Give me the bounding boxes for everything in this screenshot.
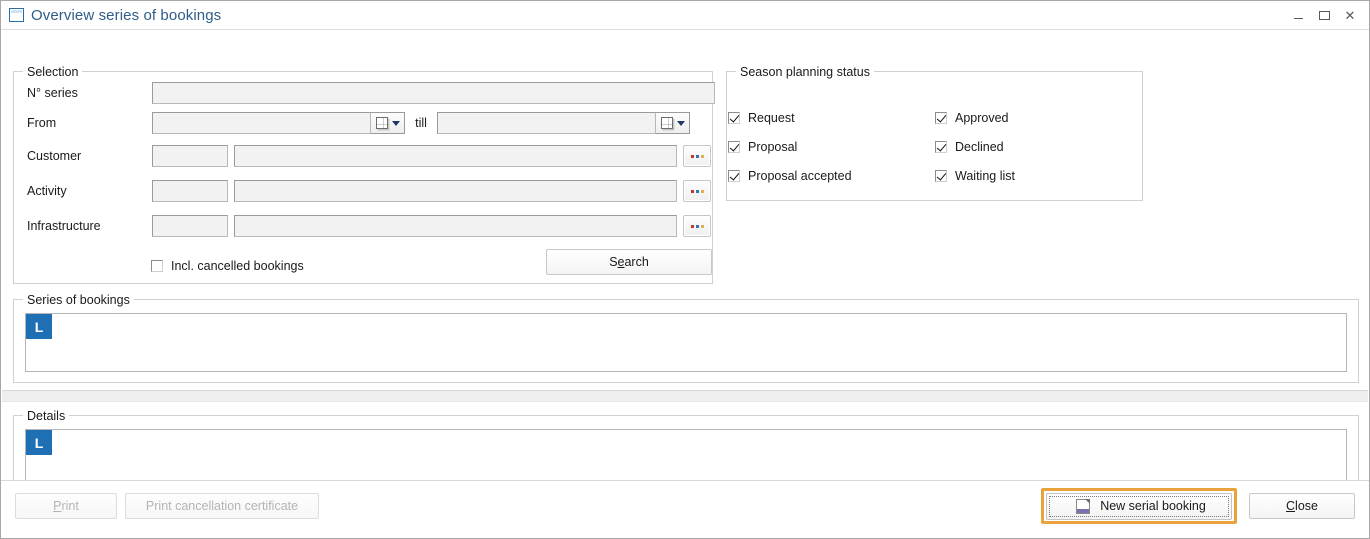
activity-label: Activity xyxy=(27,184,67,198)
details-legend: Details xyxy=(23,409,70,423)
till-date-input[interactable] xyxy=(437,112,656,134)
page-title: Overview series of bookings xyxy=(31,6,222,24)
search-button[interactable]: Search xyxy=(546,249,712,275)
status-label-approved: Approved xyxy=(955,111,1009,125)
checkbox-checked-icon xyxy=(728,112,740,124)
ellipsis-icon xyxy=(700,189,704,193)
activity-name-input[interactable] xyxy=(234,180,677,202)
footer-bar: Print Print cancellation certificate New… xyxy=(1,480,1369,538)
from-label: From xyxy=(27,116,57,130)
infrastructure-label: Infrastructure xyxy=(27,219,101,233)
field-row-customer: Customer xyxy=(27,145,717,167)
ellipsis-icon xyxy=(690,154,694,158)
page-icon xyxy=(1076,498,1091,514)
chevron-down-icon xyxy=(676,120,685,126)
n-series-input[interactable] xyxy=(152,82,715,104)
till-date-picker-button[interactable] xyxy=(656,112,690,134)
infrastructure-browse-button[interactable] xyxy=(683,215,711,237)
print-button[interactable]: Print xyxy=(15,493,117,519)
ellipsis-icon xyxy=(690,189,694,193)
status-checkbox-waiting-list[interactable]: Waiting list xyxy=(935,167,1015,185)
selection-legend: Selection xyxy=(23,65,83,79)
from-date-input[interactable] xyxy=(152,112,371,134)
series-of-bookings-grid[interactable]: L xyxy=(25,313,1347,372)
infrastructure-code-input[interactable] xyxy=(152,215,228,237)
incl-cancelled-bookings-checkbox[interactable]: Incl. cancelled bookings xyxy=(151,257,304,275)
customer-browse-button[interactable] xyxy=(683,145,711,167)
season-planning-status-legend: Season planning status xyxy=(736,65,874,79)
ellipsis-icon xyxy=(690,224,694,228)
status-label-waiting-list: Waiting list xyxy=(955,169,1015,183)
incl-cancelled-bookings-label: Incl. cancelled bookings xyxy=(171,259,304,273)
calendar-icon xyxy=(660,117,673,129)
series-of-bookings-legend: Series of bookings xyxy=(23,293,134,307)
minimize-icon[interactable] xyxy=(1285,5,1311,27)
title-bar: Overview series of bookings ✕ xyxy=(1,1,1369,30)
customer-label: Customer xyxy=(27,149,82,163)
ellipsis-icon xyxy=(695,224,699,228)
customer-name-input[interactable] xyxy=(234,145,677,167)
application-window: Overview series of bookings ✕ Selection … xyxy=(0,0,1370,539)
maximize-icon[interactable] xyxy=(1311,5,1337,27)
window-controls: ✕ xyxy=(1285,1,1363,30)
checkbox-checked-icon xyxy=(935,141,947,153)
till-label: till xyxy=(415,116,427,130)
infrastructure-name-input[interactable] xyxy=(234,215,677,237)
status-checkbox-proposal[interactable]: Proposal xyxy=(728,138,797,156)
status-label-proposal: Proposal xyxy=(748,140,798,154)
new-serial-booking-label: New serial booking xyxy=(1100,499,1206,513)
checkbox-checked-icon xyxy=(728,170,740,182)
status-checkbox-declined[interactable]: Declined xyxy=(935,138,1004,156)
details-grid-marker[interactable]: L xyxy=(26,430,52,455)
horizontal-splitter[interactable] xyxy=(2,390,1368,402)
field-row-infrastructure: Infrastructure xyxy=(27,215,717,237)
status-checkbox-approved[interactable]: Approved xyxy=(935,109,1009,127)
n-series-label: N° series xyxy=(27,86,78,100)
status-label-request: Request xyxy=(748,111,795,125)
from-date-picker-button[interactable] xyxy=(371,112,405,134)
series-grid-marker[interactable]: L xyxy=(26,314,52,339)
checkbox-checked-icon xyxy=(728,141,740,153)
new-serial-booking-button[interactable]: New serial booking xyxy=(1046,492,1232,520)
new-serial-booking-highlight: New serial booking xyxy=(1041,488,1237,524)
status-checkbox-proposal-accepted[interactable]: Proposal accepted xyxy=(728,167,852,185)
chevron-down-icon xyxy=(391,120,400,126)
window-icon xyxy=(9,8,24,22)
checkbox-checked-icon xyxy=(935,112,947,124)
print-cancellation-certificate-label: Print cancellation certificate xyxy=(145,499,299,513)
activity-browse-button[interactable] xyxy=(683,180,711,202)
client-area: Selection N° series From till Customer A… xyxy=(1,30,1369,538)
ellipsis-icon xyxy=(700,154,704,158)
close-button[interactable]: Close xyxy=(1249,493,1355,519)
activity-code-input[interactable] xyxy=(152,180,228,202)
checkbox-checked-icon xyxy=(935,170,947,182)
ellipsis-icon xyxy=(695,189,699,193)
status-checkbox-request[interactable]: Request xyxy=(728,109,795,127)
field-row-n-series: N° series xyxy=(27,82,717,104)
print-cancellation-certificate-button[interactable]: Print cancellation certificate xyxy=(125,493,319,519)
status-label-declined: Declined xyxy=(955,140,1004,154)
customer-code-input[interactable] xyxy=(152,145,228,167)
status-label-proposal-accepted: Proposal accepted xyxy=(748,169,852,183)
checkbox-icon xyxy=(151,260,163,272)
ellipsis-icon xyxy=(695,154,699,158)
calendar-icon xyxy=(375,117,388,129)
field-row-activity: Activity xyxy=(27,180,717,202)
ellipsis-icon xyxy=(700,224,704,228)
field-row-from-till: From till xyxy=(27,112,717,134)
close-icon[interactable]: ✕ xyxy=(1337,5,1363,27)
